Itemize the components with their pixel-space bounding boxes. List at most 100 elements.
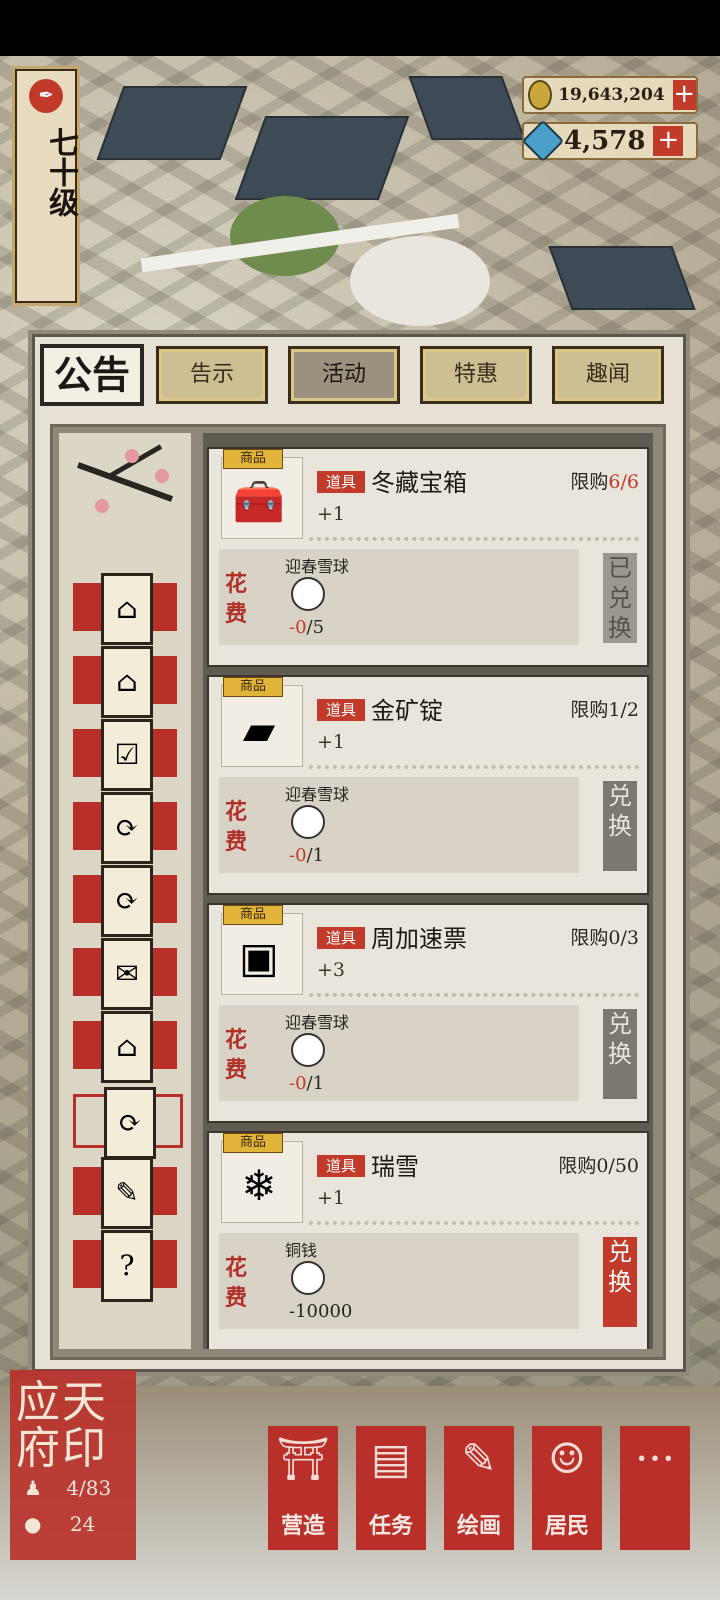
- jade-gem-icon: [521, 119, 565, 163]
- purchase-limit: 限购0/50: [558, 1151, 639, 1178]
- speed-ticket-icon: ▣: [239, 933, 279, 982]
- coin-bag-stat: ● 24: [24, 1512, 95, 1536]
- goods-tag: 商品: [223, 449, 283, 469]
- building-roof: [548, 246, 696, 310]
- divider: [309, 1221, 639, 1225]
- panel-content: ⌂ ⌂ ☑ ⟳ ⟳ ✉ ⌂ ⟳ ✎? 商品 🧰 道具 冬藏宝箱 限购6/6 +1 花费 迎春雪球…: [50, 424, 666, 1360]
- item-quantity: +1: [317, 731, 346, 753]
- more-icon: ···: [634, 1434, 676, 1483]
- activity-entry-3[interactable]: ☑: [73, 719, 177, 791]
- divider: [309, 993, 639, 997]
- limit-label: 限购: [570, 699, 609, 721]
- seal-title: 应天府印: [16, 1377, 108, 1474]
- divider: [309, 765, 639, 769]
- purchase-limit: 限购0/3: [570, 923, 639, 950]
- item-quantity: +1: [317, 503, 346, 525]
- residents-value: 4/83: [66, 1476, 112, 1500]
- cost-item-name: 迎春雪球: [285, 785, 350, 804]
- nav-label: 绘画: [456, 1513, 501, 1539]
- goods-tag: 商品: [223, 677, 283, 697]
- nav-build-button[interactable]: ⛩ 营造: [268, 1426, 338, 1550]
- exchange-button[interactable]: 兑换: [603, 781, 637, 871]
- announcement-panel: 公告 告示 活动 特惠 趣闻 ⌂ ⌂ ☑ ⟳ ⟳ ✉ ⌂ ⟳ ✎? 商品 🧰 道具 冬藏宝箱 限…: [28, 330, 690, 1376]
- shop-item-card: 商品 ▣ 道具 周加速票 限购0/3 +3 花费 迎春雪球 -0/1 兑换: [207, 903, 649, 1123]
- scroll-icon: ✉: [101, 938, 153, 1010]
- coins-counter: 19,643,204 +: [522, 76, 698, 114]
- building-roof: [408, 76, 526, 140]
- activity-entry-5[interactable]: ⟳: [73, 865, 177, 937]
- nav-resident-button[interactable]: ☺ 居民: [532, 1426, 602, 1550]
- scroll-brush-icon: ✎: [101, 1157, 153, 1229]
- coin-bag-value: 24: [69, 1512, 96, 1536]
- resident-icon: ☺: [548, 1434, 586, 1483]
- nav-task-button[interactable]: ▤ 任务: [356, 1426, 426, 1550]
- blossom-tree: [350, 236, 490, 326]
- exchange-button[interactable]: 兑换: [603, 1237, 637, 1327]
- nav-paint-button[interactable]: ✎ 绘画: [444, 1426, 514, 1550]
- limit-label: 限购: [558, 1155, 597, 1177]
- exchange-button[interactable]: 已兑换: [603, 553, 637, 643]
- nav-label: 营造: [280, 1513, 325, 1539]
- limit-count: 0/50: [596, 1155, 639, 1177]
- cost-value: -0/5: [289, 617, 325, 638]
- build-icon: ⛩: [276, 1434, 330, 1483]
- snowball-icon: [291, 577, 325, 611]
- activity-entry-7[interactable]: ⌂: [73, 1011, 177, 1083]
- refresh-icon: ⟳: [101, 865, 153, 937]
- nav-more-button[interactable]: ···: [620, 1426, 690, 1550]
- cost-label: 花费: [224, 571, 247, 627]
- building-roof: [96, 86, 248, 160]
- item-type-tag: 道具: [317, 471, 365, 493]
- divider: [309, 537, 639, 541]
- activity-entry-2[interactable]: ⌂: [73, 646, 177, 718]
- activity-entry-9[interactable]: ✎: [73, 1157, 177, 1229]
- limit-label: 限购: [570, 471, 609, 493]
- limit-count: 1/2: [608, 699, 639, 721]
- coin-bag-icon: ●: [24, 1512, 42, 1536]
- tab-activity[interactable]: 活动: [288, 346, 400, 404]
- tab-special[interactable]: 特惠: [420, 346, 532, 404]
- activity-entry-8[interactable]: ⟳: [73, 1087, 183, 1159]
- house-icon: ⌂: [101, 573, 153, 645]
- task-icon: ▤: [371, 1434, 411, 1483]
- item-type-tag: 道具: [317, 927, 365, 949]
- plum-blossom-decoration: [65, 439, 185, 529]
- snowball-icon: [291, 1033, 325, 1067]
- resident-icon: ♟: [24, 1476, 42, 1500]
- nav-label: 居民: [544, 1513, 589, 1539]
- add-coins-button[interactable]: +: [672, 80, 696, 110]
- prefecture-seal[interactable]: 应天府印 ♟ 4/83 ● 24: [10, 1370, 136, 1560]
- cost-label: 花费: [224, 799, 247, 855]
- activity-entry-1[interactable]: ⌂: [73, 573, 177, 645]
- refresh-icon: ⟳: [104, 1087, 156, 1159]
- exchange-button[interactable]: 兑换: [603, 1009, 637, 1099]
- copper-coin-icon: [528, 80, 553, 110]
- goods-tag: 商品: [223, 1133, 283, 1153]
- tab-news[interactable]: 趣闻: [552, 346, 664, 404]
- cost-label: 花费: [224, 1255, 247, 1311]
- house-icon: ⌂: [101, 1011, 153, 1083]
- activity-entry-10[interactable]: ?: [73, 1230, 177, 1302]
- cost-box: [219, 777, 579, 873]
- shop-item-list[interactable]: 商品 🧰 道具 冬藏宝箱 限购6/6 +1 花费 迎春雪球 -0/5 已兑换 商…: [203, 433, 653, 1349]
- shop-item-card: 商品 🧰 道具 冬藏宝箱 限购6/6 +1 花费 迎春雪球 -0/5 已兑换: [207, 447, 649, 667]
- level-badge[interactable]: ✒ 七十级: [12, 66, 80, 306]
- goods-tag: 商品: [223, 905, 283, 925]
- activity-entry-4[interactable]: ⟳: [73, 792, 177, 864]
- cost-item-name: 迎春雪球: [285, 1013, 350, 1032]
- house-icon: ⌂: [101, 646, 153, 718]
- cost-item-name: 铜钱: [285, 1241, 318, 1260]
- gold-ingot-icon: ▰: [242, 705, 276, 754]
- item-quantity: +3: [317, 959, 346, 981]
- cost-box: [219, 1005, 579, 1101]
- cost-value: -0/1: [289, 1073, 325, 1094]
- residents-stat: ♟ 4/83: [24, 1476, 111, 1500]
- activity-entry-6[interactable]: ✉: [73, 938, 177, 1010]
- tab-notice[interactable]: 告示: [156, 346, 268, 404]
- activity-sidebar: ⌂ ⌂ ☑ ⟳ ⟳ ✉ ⌂ ⟳ ✎?: [59, 433, 191, 1349]
- mystery-bag-icon: ?: [101, 1230, 153, 1302]
- purchase-limit: 限购6/6: [570, 467, 639, 494]
- brush-seal-icon: ✒: [29, 79, 63, 113]
- add-gems-button[interactable]: +: [653, 126, 684, 156]
- treasure-chest-icon: 🧰: [232, 477, 286, 526]
